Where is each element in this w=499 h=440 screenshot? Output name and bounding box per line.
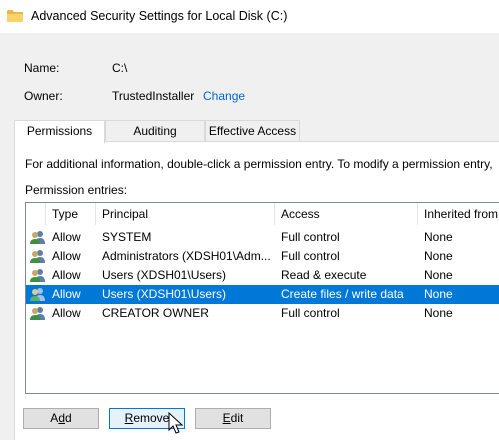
users-icon — [30, 288, 45, 301]
entry-principal: SYSTEM — [102, 230, 152, 244]
remove-button-label-post: emove — [133, 411, 170, 425]
add-button-label-accel: d — [58, 411, 65, 425]
window-title: Advanced Security Settings for Local Dis… — [31, 9, 288, 23]
tab-effective-access[interactable]: Effective Access — [205, 120, 300, 142]
entry-principal: Users (XDSH01\Users) — [102, 287, 227, 301]
remove-button-label-accel: R — [124, 411, 134, 425]
entry-inherited: None — [424, 268, 453, 282]
entry-principal: CREATOR OWNER — [102, 306, 209, 320]
edit-button[interactable]: Edit — [195, 408, 271, 429]
permission-entries-label: Permission entries: — [25, 183, 128, 197]
list-item[interactable]: Allow CREATOR OWNER Full control None — [26, 304, 499, 323]
add-button-label-post: d — [65, 411, 72, 425]
entry-principal: Users (XDSH01\Users) — [102, 268, 227, 282]
column-header-inherited[interactable]: Inherited from — [418, 203, 499, 225]
edit-button-label-accel: E — [222, 411, 231, 425]
owner-value: TrustedInstaller — [112, 89, 195, 103]
list-header: Type Principal Access Inherited from — [26, 203, 499, 225]
entry-principal: Administrators (XDSH01\Adm... — [102, 249, 271, 263]
info-text: For additional information, double-click… — [25, 157, 493, 171]
entry-type: Allow — [52, 306, 81, 320]
entry-type: Allow — [52, 249, 81, 263]
column-header-icon[interactable] — [26, 203, 46, 225]
entry-inherited: None — [424, 230, 453, 244]
entry-type: Allow — [52, 287, 81, 301]
tab-auditing[interactable]: Auditing — [105, 120, 205, 142]
permission-entries-list[interactable]: Type Principal Access Inherited from All… — [25, 202, 499, 394]
entry-access: Create files / write data — [281, 287, 404, 301]
users-icon — [30, 250, 45, 263]
change-owner-link[interactable]: Change — [203, 89, 245, 103]
users-icon — [30, 307, 45, 320]
folder-icon — [7, 10, 23, 22]
entry-type: Allow — [52, 268, 81, 282]
entry-inherited: None — [424, 249, 453, 263]
name-value: C:\ — [112, 61, 128, 75]
title-bar: Advanced Security Settings for Local Dis… — [0, 0, 499, 33]
entry-access: Full control — [281, 249, 340, 263]
list-item-selected[interactable]: Allow Users (XDSH01\Users) Create files … — [26, 285, 499, 304]
entry-access: Full control — [281, 306, 340, 320]
column-header-type[interactable]: Type — [46, 203, 96, 225]
entry-type: Allow — [52, 230, 81, 244]
users-icon — [30, 269, 45, 282]
list-item[interactable]: Allow Administrators (XDSH01\Adm... Full… — [26, 247, 499, 266]
window-body: Name: C:\ Owner: TrustedInstaller Change… — [0, 33, 499, 440]
owner-label: Owner: — [24, 89, 63, 103]
column-header-principal[interactable]: Principal — [96, 203, 275, 225]
mouse-pointer-icon — [168, 412, 184, 434]
tab-permissions[interactable]: Permissions — [14, 120, 105, 143]
edit-button-label-post: dit — [230, 411, 244, 425]
column-header-access[interactable]: Access — [275, 203, 418, 225]
name-label: Name: — [24, 61, 60, 75]
list-item[interactable]: Allow SYSTEM Full control None — [26, 228, 499, 247]
entry-access: Read & execute — [281, 268, 367, 282]
entry-inherited: None — [424, 287, 453, 301]
entry-access: Full control — [281, 230, 340, 244]
permissions-panel: For additional information, double-click… — [14, 141, 499, 440]
entry-inherited: None — [424, 306, 453, 320]
add-button[interactable]: Add — [23, 408, 99, 429]
list-item[interactable]: Allow Users (XDSH01\Users) Read & execut… — [26, 266, 499, 285]
users-icon — [30, 231, 45, 244]
